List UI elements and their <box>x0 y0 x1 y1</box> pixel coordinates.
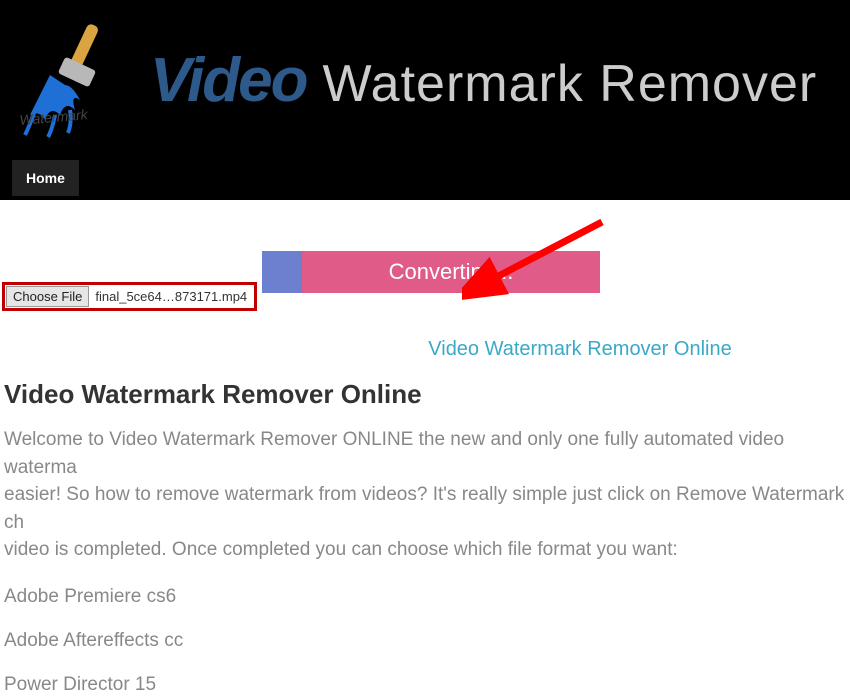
progress-completed-segment <box>262 251 302 293</box>
header: Watermark Video Watermark Remover <box>0 0 850 160</box>
brand-word-rest: Watermark Remover <box>323 54 818 114</box>
watermark-remover-link[interactable]: Video Watermark Remover Online <box>312 338 848 361</box>
nav-bar: Home <box>0 160 850 200</box>
brand-word-video: Video <box>150 45 307 116</box>
logo-area: Watermark Video Watermark Remover <box>10 15 817 145</box>
file-chooser-highlight: Choose File final_5ce64…873171.mp4 <box>2 282 257 311</box>
chosen-file-name: final_5ce64…873171.mp4 <box>89 289 253 304</box>
progress-status-label: Converting... <box>302 251 600 293</box>
nav-home-button[interactable]: Home <box>12 160 79 196</box>
choose-file-button[interactable]: Choose File <box>6 286 89 307</box>
svg-text:Watermark: Watermark <box>19 106 89 128</box>
format-item: Adobe Premiere cs6 <box>2 586 848 608</box>
section-title: Video Watermark Remover Online <box>2 379 848 410</box>
brand-text: Video Watermark Remover <box>150 45 817 116</box>
paintbrush-logo-icon: Watermark <box>10 15 130 145</box>
format-item: Adobe Aftereffects cc <box>2 630 848 652</box>
format-item: Power Director 15 <box>2 674 848 696</box>
progress-row: Choose File final_5ce64…873171.mp4 Conve… <box>2 242 848 302</box>
progress-bar: Converting... <box>262 251 600 293</box>
intro-paragraph: Welcome to Video Watermark Remover ONLIN… <box>2 426 848 564</box>
content-area: Choose File final_5ce64…873171.mp4 Conve… <box>0 200 850 696</box>
